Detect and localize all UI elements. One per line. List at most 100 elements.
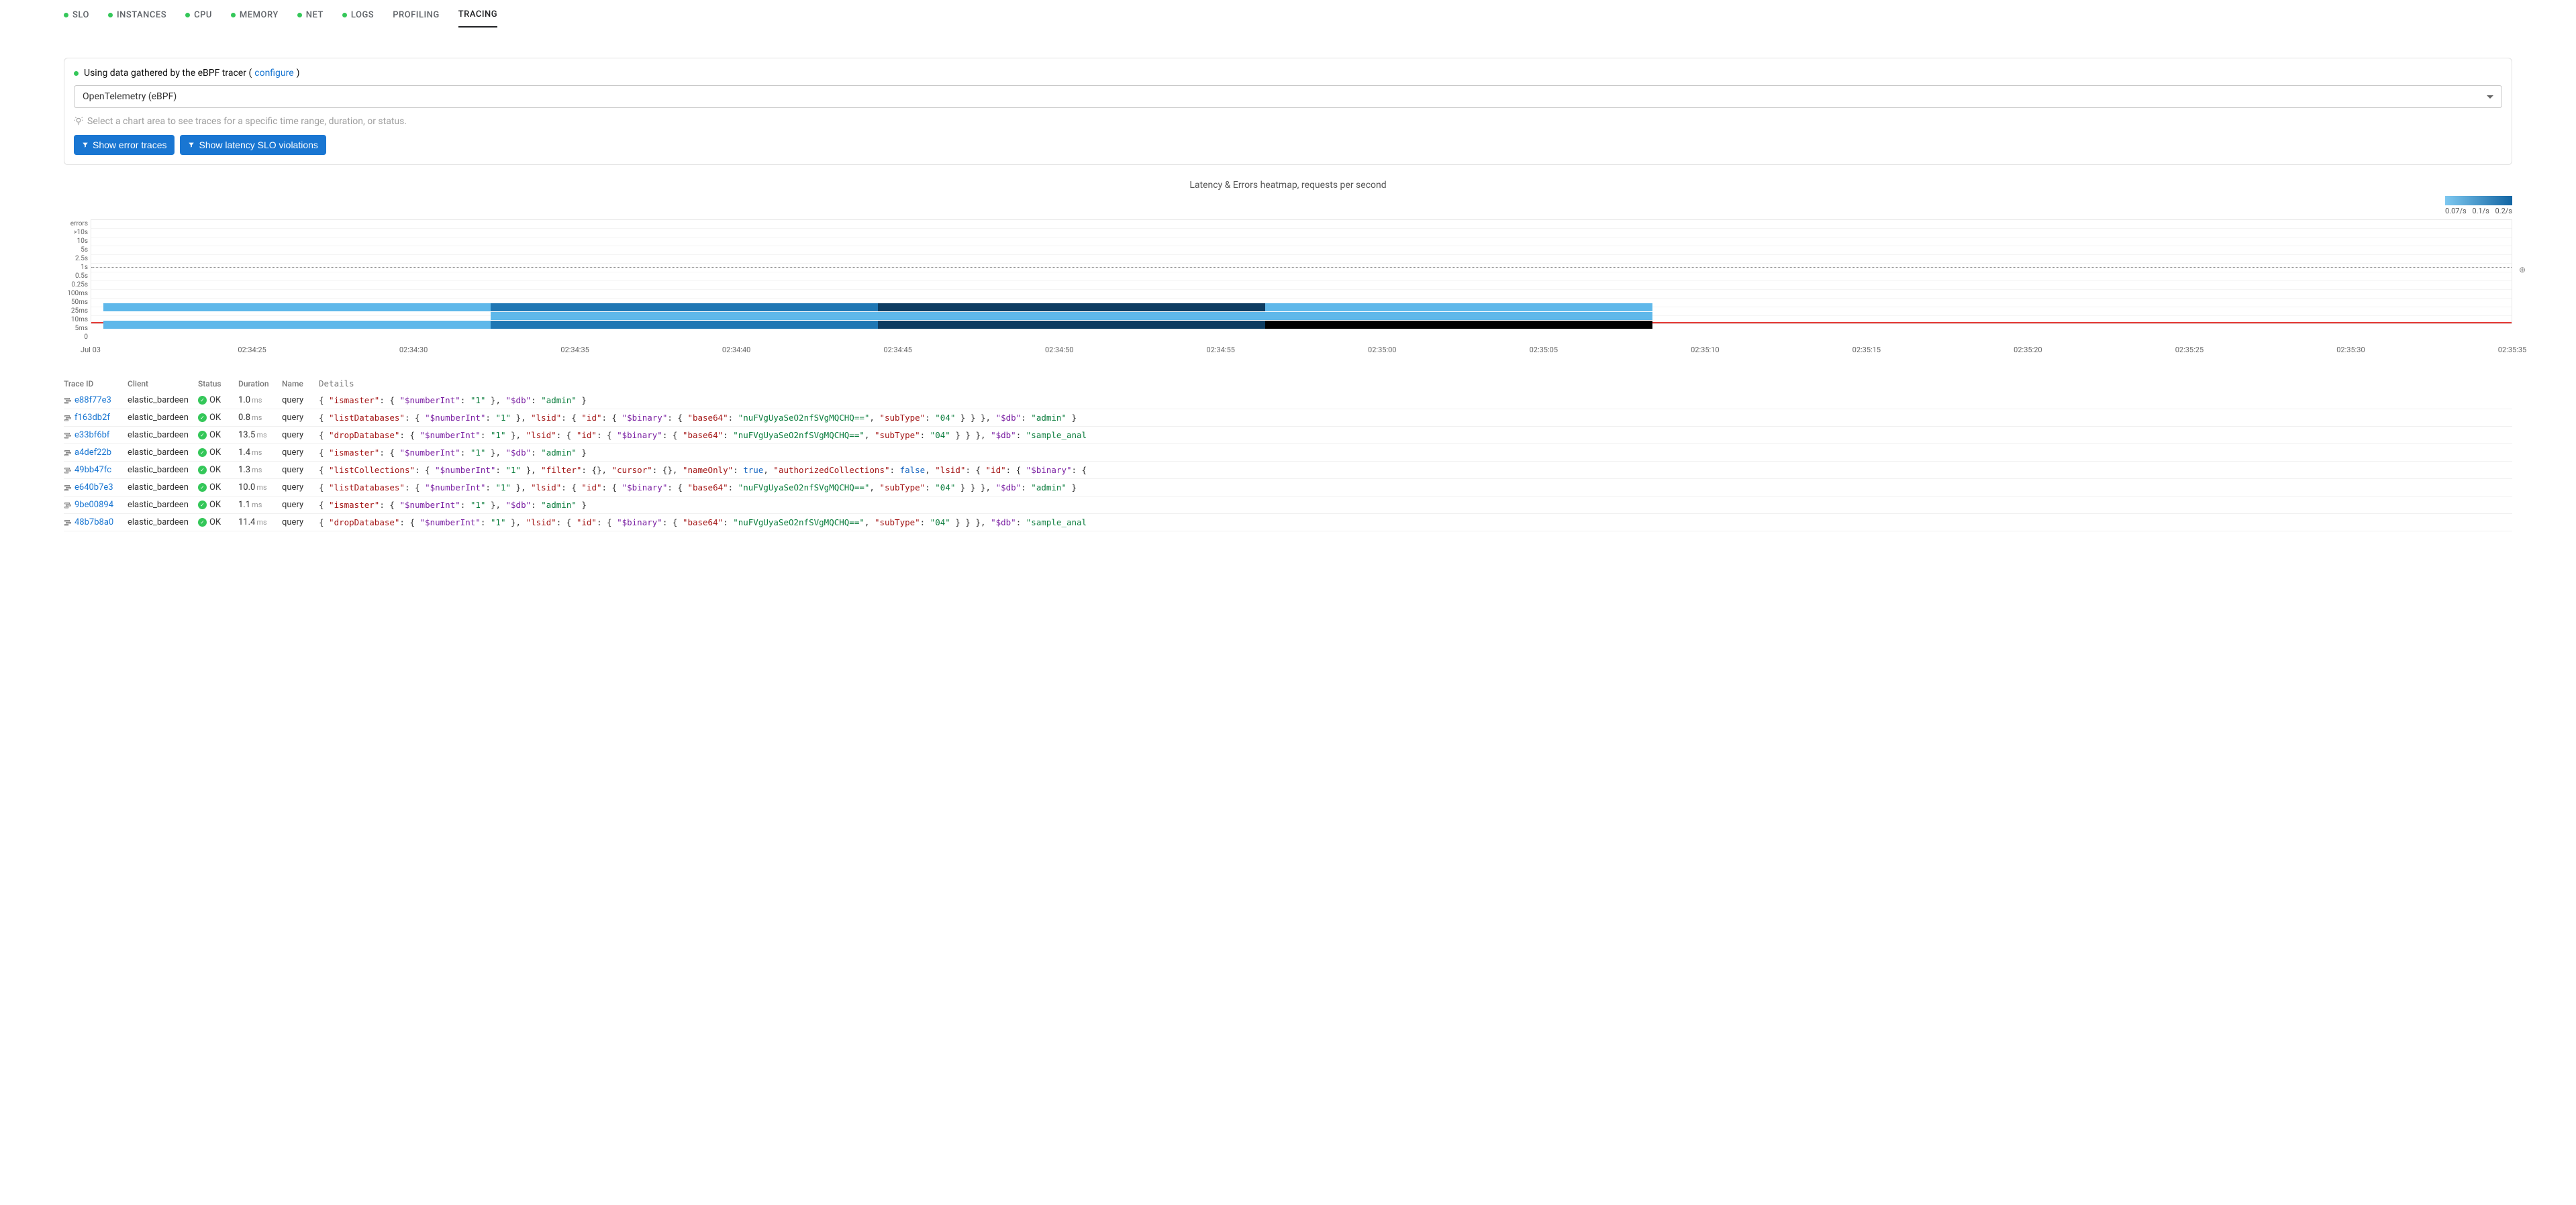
y-tick: 0 bbox=[84, 333, 91, 342]
heatmap-cell[interactable] bbox=[1265, 312, 1652, 320]
crosshair-icon[interactable]: ⊕ bbox=[2519, 265, 2526, 274]
trace-icon bbox=[64, 501, 72, 509]
x-tick: 02:35:15 bbox=[1852, 346, 1881, 354]
trace-icon bbox=[64, 466, 72, 474]
btn-latency-label: Show latency SLO violations bbox=[199, 140, 317, 150]
configure-link[interactable]: configure bbox=[254, 68, 293, 78]
legend-min: 0.07/s bbox=[2445, 207, 2467, 215]
name-cell: query bbox=[282, 430, 319, 440]
trace-id-link[interactable]: e640b7e3 bbox=[75, 482, 113, 492]
y-tick: 10s bbox=[77, 237, 91, 246]
status-cell: ✓OK bbox=[198, 500, 238, 510]
x-tick: 02:34:45 bbox=[883, 346, 911, 354]
heatmap-cell[interactable] bbox=[878, 321, 1265, 329]
client-cell: elastic_bardeen bbox=[128, 448, 198, 458]
slo-threshold-line bbox=[91, 267, 2512, 268]
y-tick: 2.5s bbox=[75, 254, 91, 263]
y-tick: 50ms bbox=[71, 298, 91, 307]
tab-cpu[interactable]: CPU bbox=[185, 9, 212, 28]
info-line: Using data gathered by the eBPF tracer (… bbox=[74, 68, 2502, 78]
client-cell: elastic_bardeen bbox=[128, 430, 198, 440]
status-cell: ✓OK bbox=[198, 465, 238, 475]
show-error-traces-button[interactable]: Show error traces bbox=[74, 135, 175, 155]
name-cell: query bbox=[282, 482, 319, 492]
table-row: 9be00894elastic_bardeen✓OK1.1msquery{ "i… bbox=[64, 496, 2512, 514]
tab-slo[interactable]: SLO bbox=[64, 9, 89, 28]
status-text: OK bbox=[209, 500, 221, 510]
status-dot-icon bbox=[64, 13, 68, 17]
heatmap-cell[interactable] bbox=[103, 303, 491, 311]
status-dot-icon bbox=[185, 13, 190, 17]
heatmap-cell[interactable] bbox=[103, 321, 491, 329]
tab-tracing[interactable]: TRACING bbox=[458, 9, 497, 28]
status-text: OK bbox=[209, 395, 221, 405]
trace-id-link[interactable]: 49bb47fc bbox=[75, 465, 111, 475]
show-latency-slo-button[interactable]: Show latency SLO violations bbox=[180, 135, 326, 155]
tab-instances[interactable]: INSTANCES bbox=[108, 9, 166, 28]
x-tick: Jul 03 bbox=[81, 346, 101, 354]
heatmap-chart[interactable]: errors>10s10s5s2.5s1s0.5s0.25s100ms50ms2… bbox=[64, 219, 2512, 342]
col-client: Client bbox=[128, 379, 198, 388]
y-tick: 10ms bbox=[71, 315, 91, 324]
trace-id-link[interactable]: f163db2f bbox=[75, 413, 110, 423]
tab-label: TRACING bbox=[458, 9, 497, 19]
x-tick: 02:35:35 bbox=[2498, 346, 2526, 354]
trace-id-link[interactable]: a4def22b bbox=[75, 448, 111, 458]
check-icon: ✓ bbox=[198, 466, 207, 474]
heatmap-cell[interactable] bbox=[878, 312, 1265, 320]
name-cell: query bbox=[282, 500, 319, 510]
tab-logs[interactable]: LOGS bbox=[342, 9, 374, 28]
heatmap-cell[interactable] bbox=[1265, 303, 1652, 311]
trace-id-link[interactable]: 9be00894 bbox=[75, 500, 113, 510]
legend-gradient bbox=[2445, 196, 2512, 205]
heatmap-cell[interactable] bbox=[491, 303, 878, 311]
heatmap-cell[interactable] bbox=[1265, 321, 1652, 329]
table-row: e640b7e3elastic_bardeen✓OK10.0msquery{ "… bbox=[64, 479, 2512, 496]
status-dot-icon bbox=[297, 13, 302, 17]
legend-mid: 0.1/s bbox=[2472, 207, 2489, 215]
trace-icon bbox=[64, 449, 72, 457]
col-trace-id: Trace ID bbox=[64, 379, 128, 388]
status-text: OK bbox=[209, 482, 221, 492]
y-tick: 100ms bbox=[67, 289, 91, 298]
y-tick: 0.25s bbox=[71, 280, 91, 289]
trace-icon bbox=[64, 414, 72, 422]
y-tick: 25ms bbox=[71, 307, 91, 315]
trace-icon bbox=[64, 519, 72, 527]
tab-net[interactable]: NET bbox=[297, 9, 324, 28]
tracer-select[interactable]: OpenTelemetry (eBPF) bbox=[74, 85, 2502, 108]
col-details: Details bbox=[319, 378, 2512, 388]
check-icon: ✓ bbox=[198, 518, 207, 527]
name-cell: query bbox=[282, 517, 319, 527]
duration-cell: 13.5ms bbox=[238, 430, 282, 440]
trace-id-link[interactable]: e33bf6bf bbox=[75, 430, 109, 440]
heatmap-cell[interactable] bbox=[878, 303, 1265, 311]
trace-icon bbox=[64, 431, 72, 439]
tracer-select-value: OpenTelemetry (eBPF) bbox=[83, 91, 177, 102]
x-tick: 02:35:10 bbox=[1691, 346, 1719, 354]
info-text-before: Using data gathered by the eBPF tracer ( bbox=[84, 68, 252, 78]
status-dot-icon bbox=[74, 71, 79, 76]
trace-id-link[interactable]: 48b7b8a0 bbox=[75, 517, 113, 527]
status-text: OK bbox=[209, 465, 221, 475]
x-axis: Jul 0302:34:2502:34:3002:34:3502:34:4002… bbox=[91, 346, 2512, 355]
tabs-nav: SLO INSTANCES CPU MEMORY NET LOGS PROFILING TRA… bbox=[64, 0, 2512, 38]
trace-id-link[interactable]: e88f77e3 bbox=[75, 395, 111, 405]
heatmap-cell[interactable] bbox=[491, 312, 878, 320]
heatmap-plot[interactable] bbox=[91, 219, 2512, 324]
duration-cell: 1.4ms bbox=[238, 448, 282, 458]
check-icon: ✓ bbox=[198, 396, 207, 405]
status-text: OK bbox=[209, 517, 221, 527]
tab-label: PROFILING bbox=[393, 10, 440, 20]
tab-memory[interactable]: MEMORY bbox=[231, 9, 279, 28]
check-icon: ✓ bbox=[198, 431, 207, 439]
x-tick: 02:35:30 bbox=[2336, 346, 2365, 354]
duration-cell: 1.3ms bbox=[238, 465, 282, 475]
chart-title: Latency & Errors heatmap, requests per s… bbox=[64, 180, 2512, 191]
client-cell: elastic_bardeen bbox=[128, 482, 198, 492]
tab-profiling[interactable]: PROFILING bbox=[393, 9, 440, 28]
heatmap-cell[interactable] bbox=[491, 321, 878, 329]
col-name: Name bbox=[282, 379, 319, 388]
status-dot-icon bbox=[108, 13, 113, 17]
name-cell: query bbox=[282, 465, 319, 475]
